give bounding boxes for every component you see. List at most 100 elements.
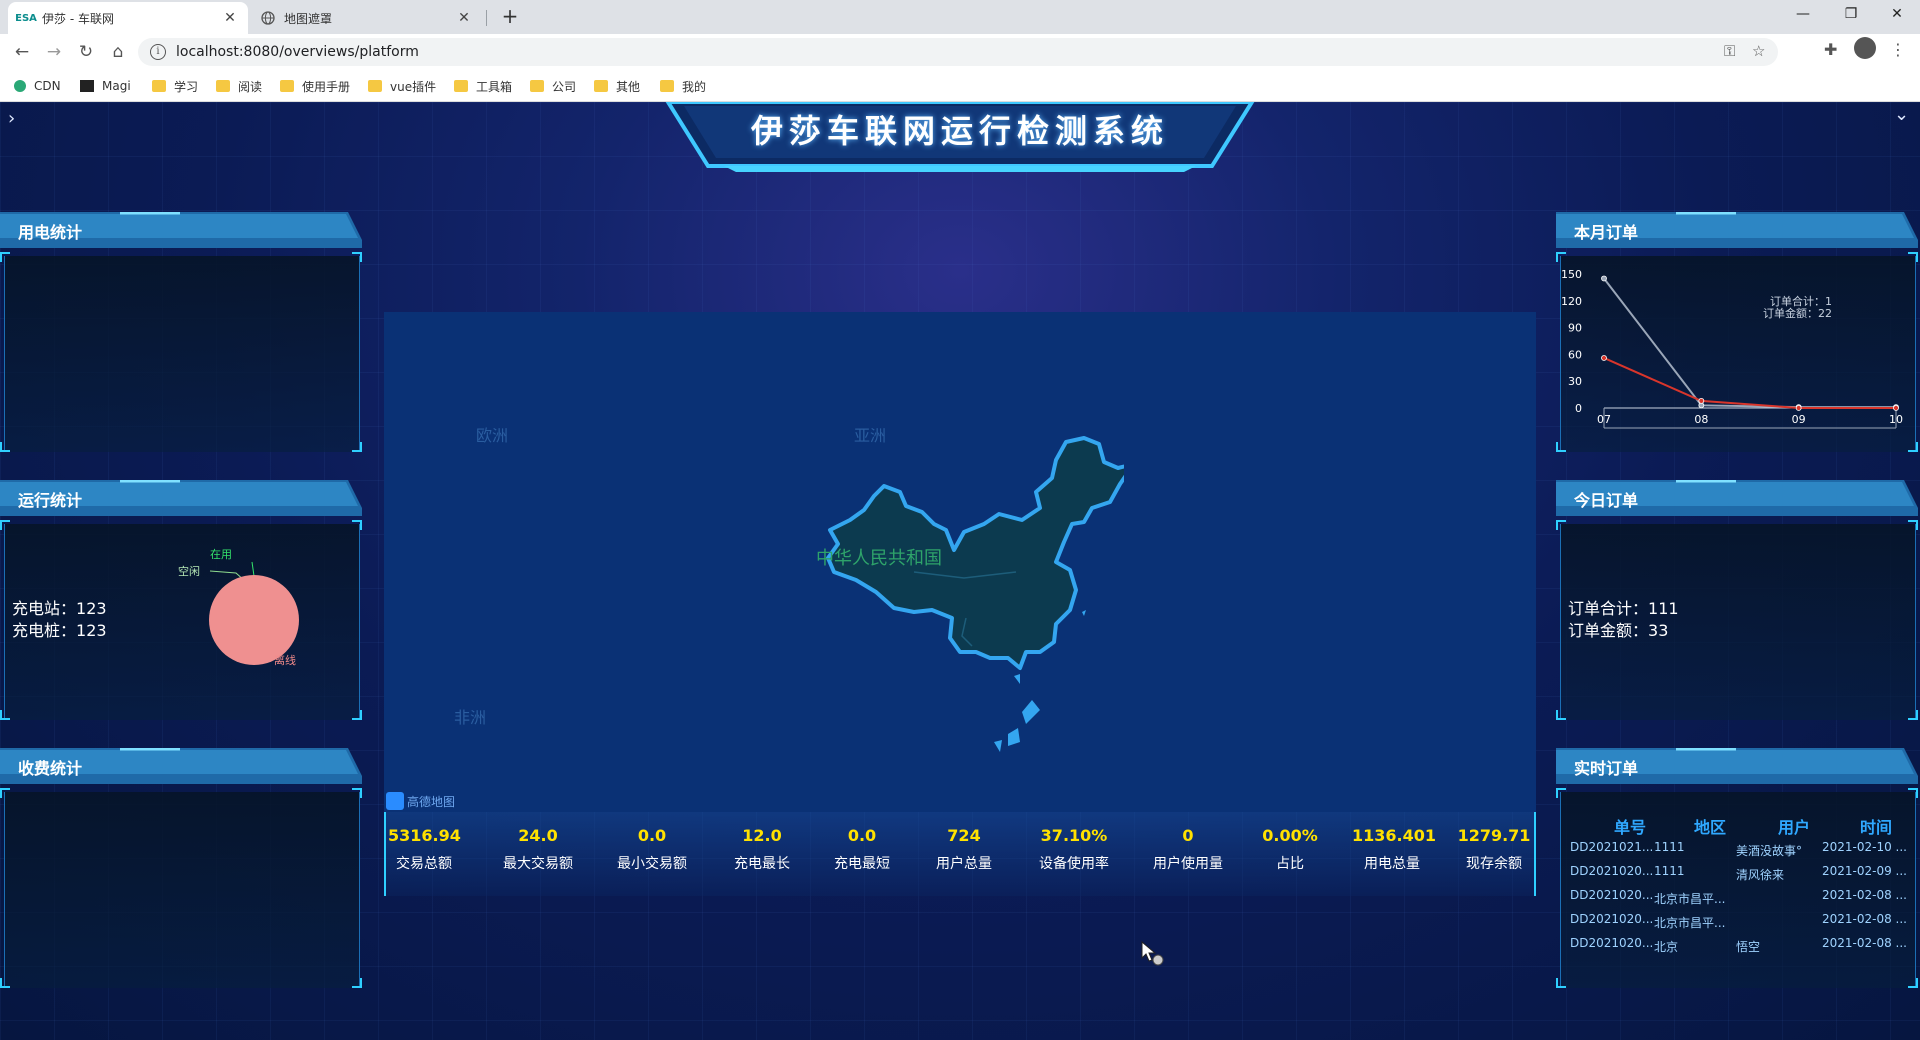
data-point	[1601, 355, 1607, 361]
bookmark-folder-company[interactable]: 公司	[530, 76, 576, 96]
address-bar[interactable]: i localhost:8080/overviews/platform ☆ ⚿	[138, 38, 1778, 66]
menu-icon[interactable]: ⋮	[1890, 40, 1906, 59]
key-icon[interactable]: ⚿	[1724, 42, 1735, 60]
bookmark-folder-other[interactable]: 其他	[594, 76, 640, 96]
chevron-down-icon[interactable]: ⌄	[1894, 104, 1909, 125]
stat-label: 充电最短	[834, 856, 890, 872]
tab-map-mask[interactable]: 地图遮罩 ✕	[250, 2, 482, 34]
bookmark-label: Magi	[102, 79, 131, 93]
browser-tab-strip: ESA 伊莎 - 车联网 ✕ 地图遮罩 ✕ + — ❐ ✕	[0, 0, 1920, 34]
panel-title: 今日订单	[1574, 491, 1639, 510]
close-tab-icon[interactable]: ✕	[456, 10, 472, 26]
stat-label: 设备使用率	[1039, 856, 1109, 872]
mouse-cursor-icon	[1141, 940, 1164, 966]
pie-label-offline: 离线	[274, 653, 296, 667]
bookmark-folder-vue[interactable]: vue插件	[368, 76, 436, 96]
close-window-button[interactable]: ✕	[1874, 0, 1920, 30]
corner-decoration	[352, 788, 362, 798]
piles-count: 充电桩：123	[12, 620, 107, 642]
corner-decoration	[352, 710, 362, 720]
cell-time: 2021-02-08 ...	[1822, 888, 1907, 902]
col-header-order-no: 单号	[1614, 818, 1647, 837]
bookmark-star-icon[interactable]: ☆	[1752, 42, 1765, 60]
amount-value: 33	[1648, 621, 1669, 640]
cell-region: 北京市昌平...	[1654, 916, 1726, 930]
map-attribution[interactable]: 高德地图	[386, 792, 455, 810]
stat-value: 1279.71	[1457, 826, 1531, 845]
cell-time: 2021-02-08 ...	[1822, 936, 1907, 950]
corner-decoration	[1908, 710, 1918, 720]
data-point	[1795, 405, 1802, 411]
stat-min-transaction: 0.0 最小交易额	[604, 826, 700, 873]
bookmark-folder-manual[interactable]: 使用手册	[280, 76, 350, 96]
stat-value: 0.0	[847, 826, 877, 845]
bookmark-label: 其他	[616, 79, 641, 94]
new-tab-button[interactable]: +	[498, 4, 522, 28]
expand-left-icon[interactable]: ›	[8, 108, 15, 129]
page-title: 伊莎车联网运行检测系统	[750, 112, 1169, 150]
stat-value: 5316.94	[388, 826, 461, 845]
tab-active[interactable]: ESA 伊莎 - 车联网 ✕	[8, 2, 248, 34]
stat-total-transaction: 5316.94 交易总额	[388, 826, 461, 873]
china-outline[interactable]	[794, 412, 1124, 772]
y-tick-label: 120	[1561, 295, 1582, 308]
minimize-button[interactable]: —	[1780, 0, 1826, 30]
month-orders-line-chart[interactable]: 150 120 90 60 30 0 07 08 09 10	[1560, 260, 1916, 446]
stat-value: 12.0	[742, 826, 782, 845]
stat-value: 24.0	[518, 826, 558, 845]
bookmark-folder-read[interactable]: 阅读	[216, 76, 262, 96]
bookmark-label: 学习	[174, 79, 199, 94]
extensions-icon[interactable]: ✚	[1824, 40, 1837, 59]
stat-device-usage-rate: 37.10% 设备使用率	[1026, 826, 1122, 873]
bookmark-label: CDN	[34, 79, 61, 93]
panel-realtime-orders: 实时订单 单号 地区 用户 时间 DD2021021... 1111 美酒没故事…	[1556, 748, 1918, 988]
bookmark-label: 我的	[682, 79, 707, 94]
app-logo-icon: ESA	[15, 12, 37, 24]
panel-fee-stats: 收费统计	[0, 748, 362, 988]
folder-icon	[530, 80, 544, 92]
panel-title: 用电统计	[18, 223, 83, 242]
stat-ratio: 0.00% 占比	[1258, 826, 1322, 873]
tab-separator	[486, 10, 487, 26]
stat-value: 0.00%	[1262, 826, 1318, 845]
folder-icon	[594, 80, 608, 92]
pie-slice-offline[interactable]	[209, 575, 299, 665]
map-region-label: 欧洲	[476, 426, 509, 445]
amount-label: 订单金额：	[1568, 621, 1649, 640]
bookmark-folder-study[interactable]: 学习	[152, 76, 198, 96]
back-button[interactable]: ←	[10, 40, 34, 64]
home-button[interactable]: ⌂	[106, 40, 130, 64]
cell-order-no: DD2021020...	[1570, 936, 1654, 950]
bookmark-folder-mine[interactable]: 我的	[660, 76, 706, 96]
profile-avatar-icon[interactable]	[1854, 37, 1876, 59]
summary-stats-bar: 5316.94 交易总额 24.0 最大交易额 0.0 最小交易额 12.0 充电最长 …	[384, 812, 1536, 896]
corner-decoration	[0, 710, 10, 720]
panel-title: 实时订单	[1574, 759, 1639, 778]
bookmark-cdn[interactable]: CDN	[14, 76, 61, 96]
close-tab-icon[interactable]: ✕	[222, 10, 238, 26]
stations-value: 123	[76, 599, 107, 618]
col-header-time: 时间	[1860, 818, 1893, 837]
country-label: 中华人民共和国	[816, 548, 942, 569]
url-text: localhost:8080/overviews/platform	[176, 44, 419, 60]
data-point	[1601, 275, 1607, 282]
y-tick-label: 150	[1561, 268, 1582, 281]
folder-icon	[152, 80, 166, 92]
bookmark-magi[interactable]: Magi	[80, 76, 131, 96]
map-attribution-text: 高德地图	[407, 794, 456, 809]
site-info-icon[interactable]: i	[150, 44, 166, 60]
status-pie-chart[interactable]: 在用 空闲 离线	[170, 540, 310, 670]
stat-shortest-charge: 0.0 充电最短	[822, 826, 902, 873]
tab-title: 地图遮罩	[284, 11, 333, 26]
y-tick-label: 90	[1568, 322, 1582, 335]
bookmark-folder-tools[interactable]: 工具箱	[454, 76, 512, 96]
reload-button[interactable]: ↻	[74, 40, 98, 64]
china-map[interactable]: 欧洲 亚洲 非洲 中华人民共和国 高德地图	[384, 312, 1536, 812]
stat-label: 最大交易额	[503, 856, 573, 872]
restore-button[interactable]: ❐	[1828, 0, 1874, 30]
stat-value: 37.10%	[1040, 826, 1108, 845]
cell-region: 北京	[1654, 940, 1679, 954]
forward-button[interactable]: →	[42, 40, 66, 64]
cell-time: 2021-02-10 ...	[1822, 840, 1907, 854]
folder-icon	[280, 80, 294, 92]
